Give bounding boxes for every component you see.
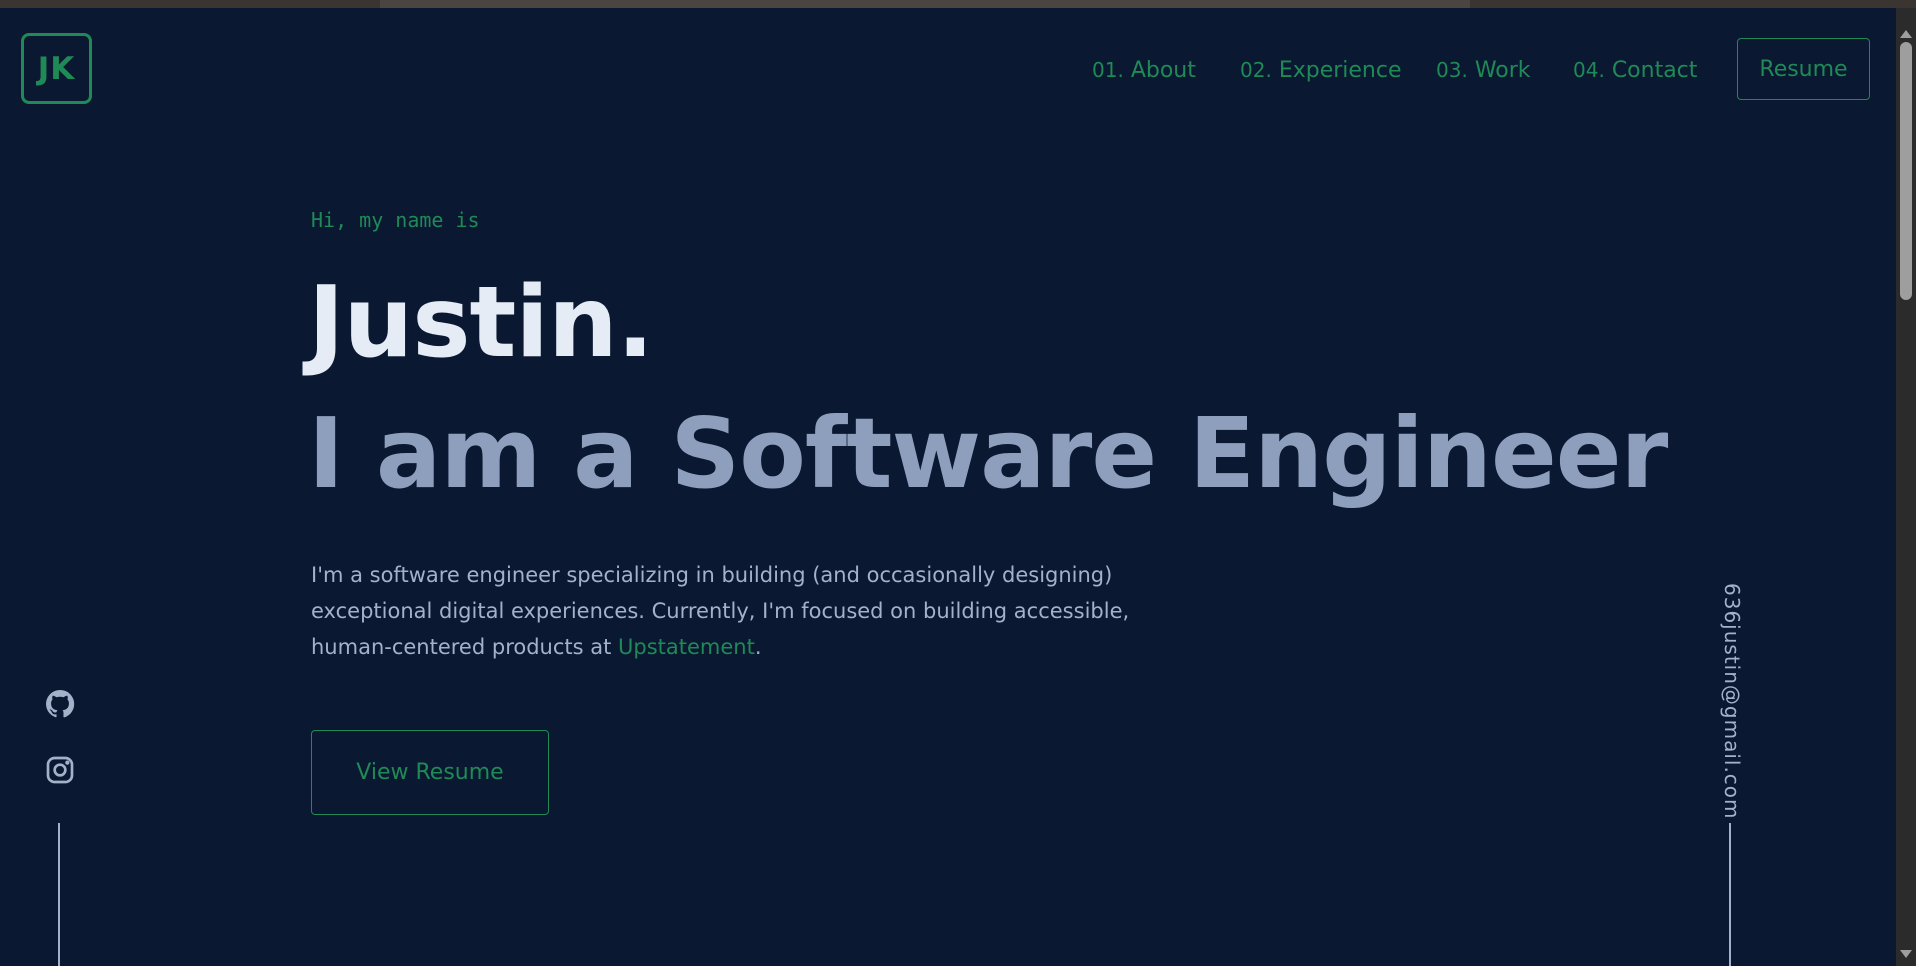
bio-end: . (754, 635, 762, 659)
logo[interactable]: JK (21, 33, 92, 104)
nav-item-contact[interactable]: 04. Contact (1573, 58, 1697, 83)
nav-item-number: 04. (1573, 58, 1605, 82)
instagram-icon[interactable] (44, 754, 76, 786)
scrollbar-thumb[interactable] (1900, 42, 1912, 300)
nav-item-label: About (1130, 58, 1196, 83)
greeting: Hi, my name is (311, 208, 480, 232)
resume-button-label: Resume (1759, 56, 1848, 82)
hero-bio: I'm a software engineer specializing in … (311, 557, 1171, 665)
nav-item-label: Contact (1611, 58, 1698, 83)
nav-item-experience[interactable]: 02. Experience (1240, 58, 1402, 83)
hero-name: Justin. (308, 266, 654, 380)
view-resume-button[interactable]: View Resume (311, 730, 549, 815)
resume-button[interactable]: Resume (1737, 38, 1870, 100)
email-link[interactable]: 636justin@gmail.com (1720, 583, 1744, 820)
nav-item-label: Experience (1278, 58, 1402, 83)
scroll-up-icon[interactable] (1900, 30, 1912, 38)
scroll-down-icon[interactable] (1900, 950, 1912, 958)
nav-item-label: Work (1474, 58, 1531, 83)
upstatement-link[interactable]: Upstatement (618, 635, 755, 659)
scrollbar[interactable] (1896, 8, 1916, 966)
nav-item-about[interactable]: 01. About (1092, 58, 1196, 83)
logo-text: JK (37, 50, 76, 87)
nav-item-number: 01. (1092, 58, 1124, 82)
browser-top-strip (0, 0, 1916, 8)
view-resume-label: View Resume (356, 760, 504, 785)
browser-top-highlight (380, 0, 1470, 8)
nav-item-number: 03. (1436, 58, 1468, 82)
right-divider-line (1729, 823, 1731, 966)
left-divider-line (58, 823, 60, 966)
nav-item-work[interactable]: 03. Work (1436, 58, 1531, 83)
hero-role: I am a Software Engineer (308, 397, 1668, 510)
github-icon[interactable] (44, 688, 76, 720)
nav-item-number: 02. (1240, 58, 1272, 82)
portfolio-page: JK 01. About 02. Experience 03. Work 04.… (0, 8, 1896, 966)
